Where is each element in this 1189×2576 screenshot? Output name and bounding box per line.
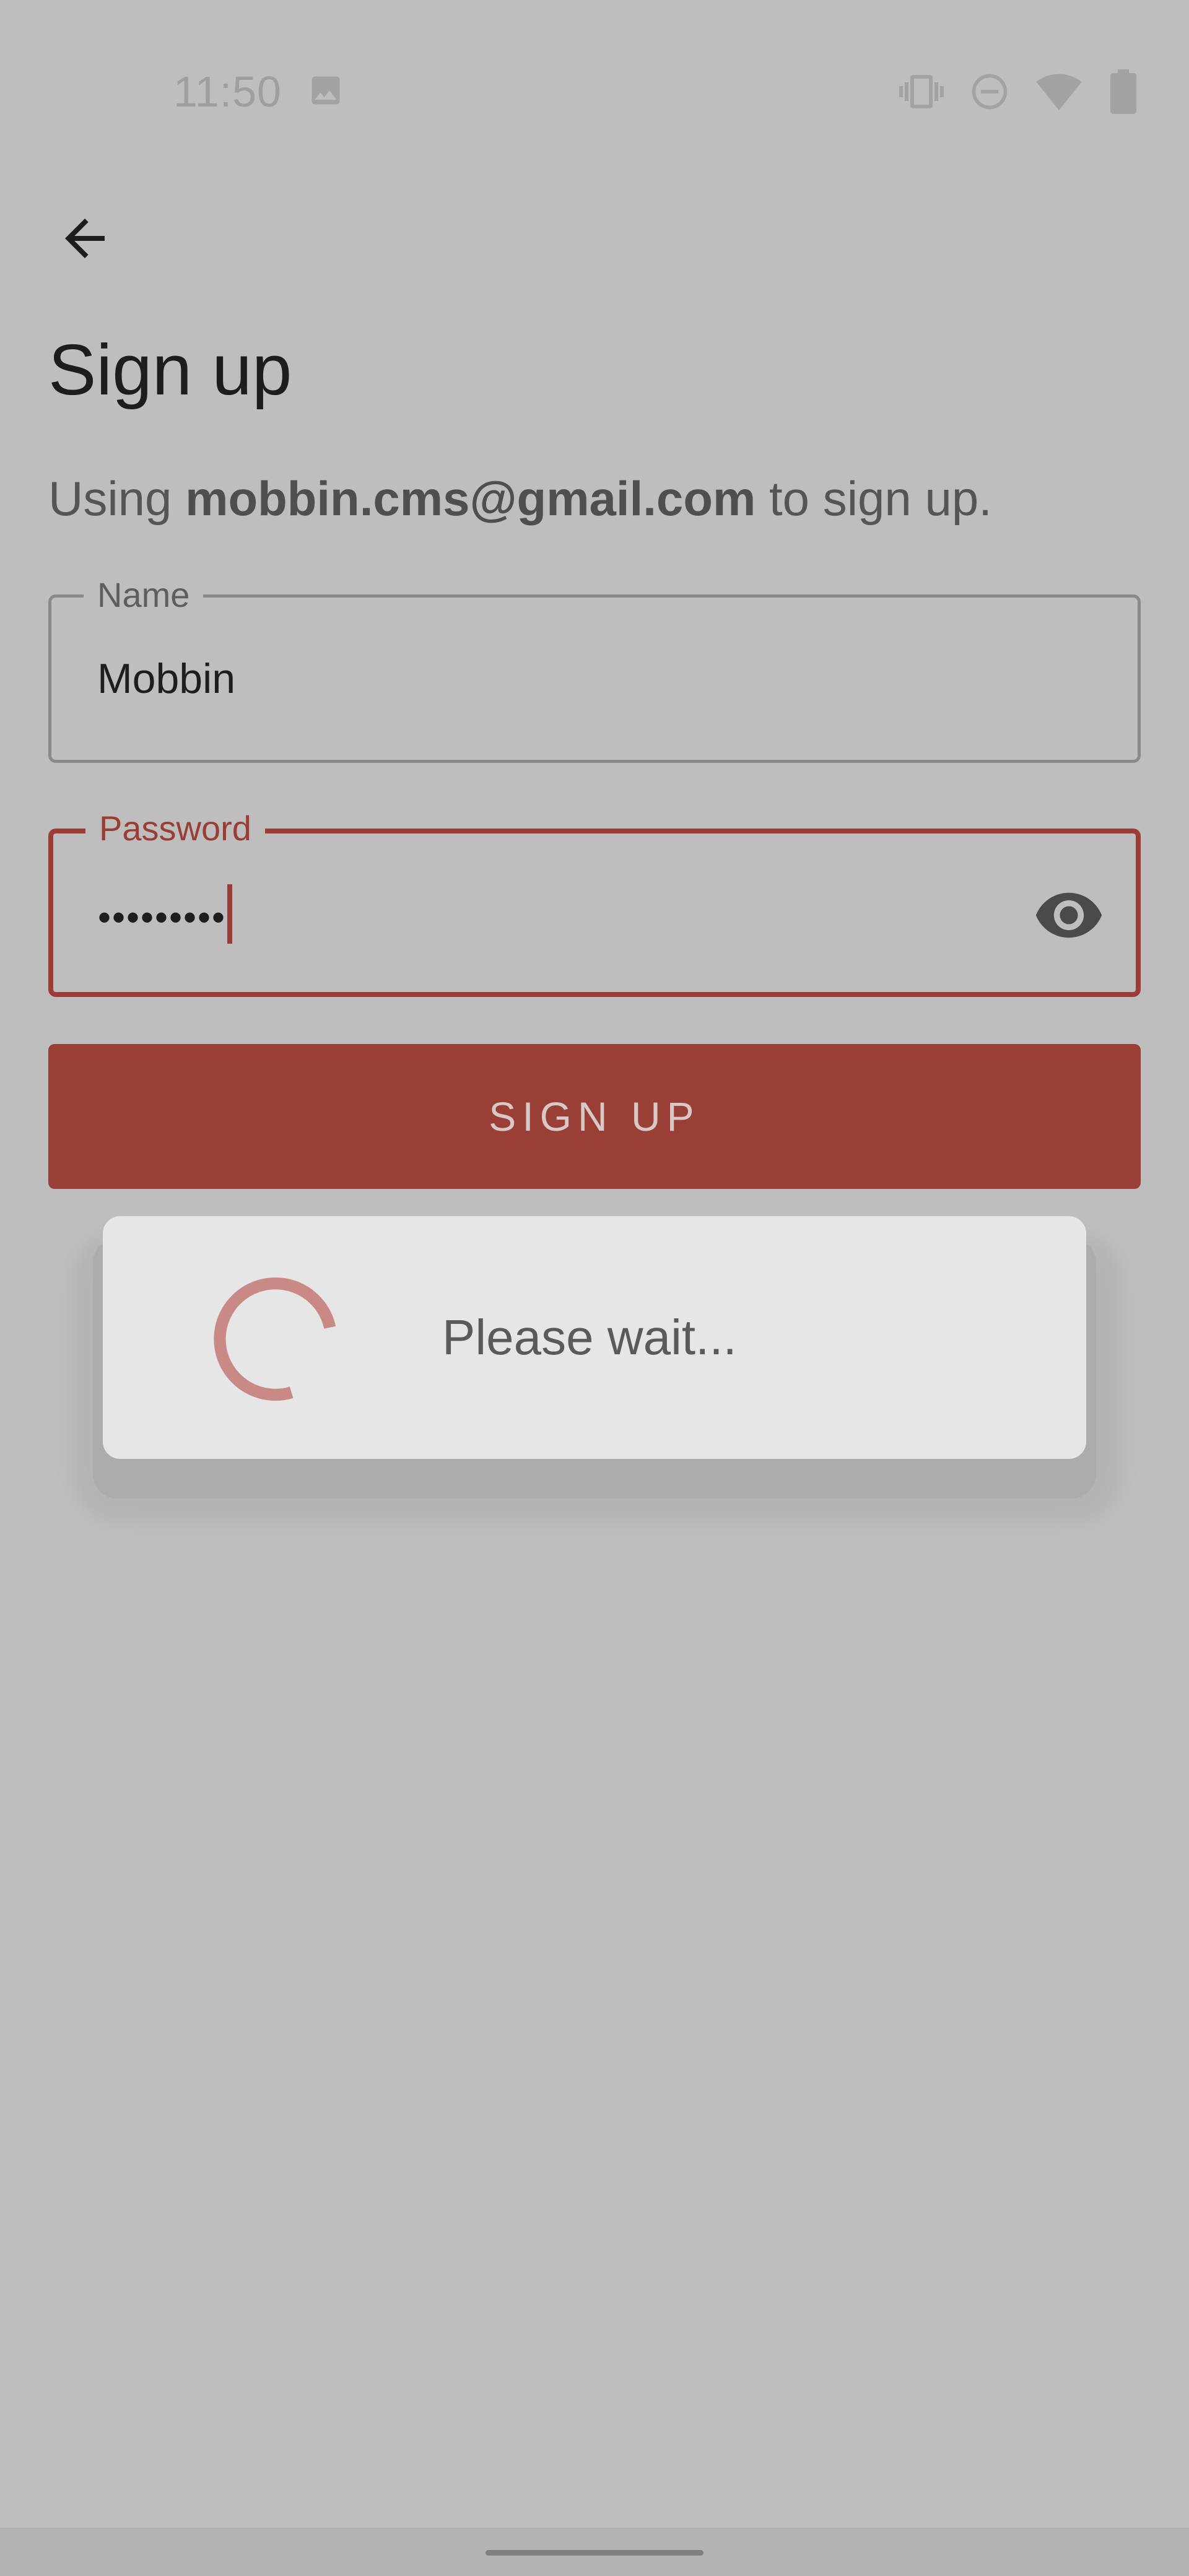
progress-dialog: Please wait... [103, 1216, 1086, 1459]
vibrate-icon [899, 69, 944, 117]
signup-description: Using mobbin.cms@gmail.com to sign up. [48, 471, 992, 527]
status-time: 11:50 [173, 67, 282, 116]
password-masked-value: ••••••••• [98, 896, 227, 938]
password-field-label: Password [85, 809, 265, 848]
back-button[interactable] [45, 198, 125, 279]
navigation-bar [0, 2528, 1189, 2576]
gallery-icon [307, 72, 344, 112]
subtitle-suffix: to sign up. [756, 471, 992, 526]
arrow-back-icon [65, 219, 105, 258]
page-title: Sign up [48, 329, 292, 410]
sign-up-button[interactable]: SIGN UP [48, 1044, 1141, 1189]
signup-screen: 11:50 Sign up Using mobbin.cms@gmail.com… [0, 0, 1189, 2576]
name-field-label: Name [84, 575, 204, 615]
password-input[interactable]: ••••••••• [98, 884, 233, 950]
wifi-icon [1035, 68, 1082, 118]
battery-icon [1107, 69, 1139, 117]
home-indicator[interactable] [486, 2550, 703, 2556]
text-caret [227, 884, 233, 944]
account-email: mobbin.cms@gmail.com [185, 471, 756, 526]
do-not-disturb-icon [969, 71, 1011, 116]
subtitle-prefix: Using [48, 471, 186, 526]
password-field[interactable]: Password ••••••••• [48, 809, 1141, 997]
eye-icon [1035, 892, 1102, 938]
dialog-message: Please wait... [442, 1310, 737, 1365]
loading-spinner-icon [214, 1277, 336, 1401]
status-icons [899, 68, 1139, 118]
toggle-password-visibility-button[interactable] [1032, 878, 1106, 952]
name-input[interactable]: Mobbin [97, 655, 235, 703]
status-bar: 11:50 [0, 0, 1189, 186]
name-field[interactable]: Name Mobbin [48, 575, 1141, 763]
